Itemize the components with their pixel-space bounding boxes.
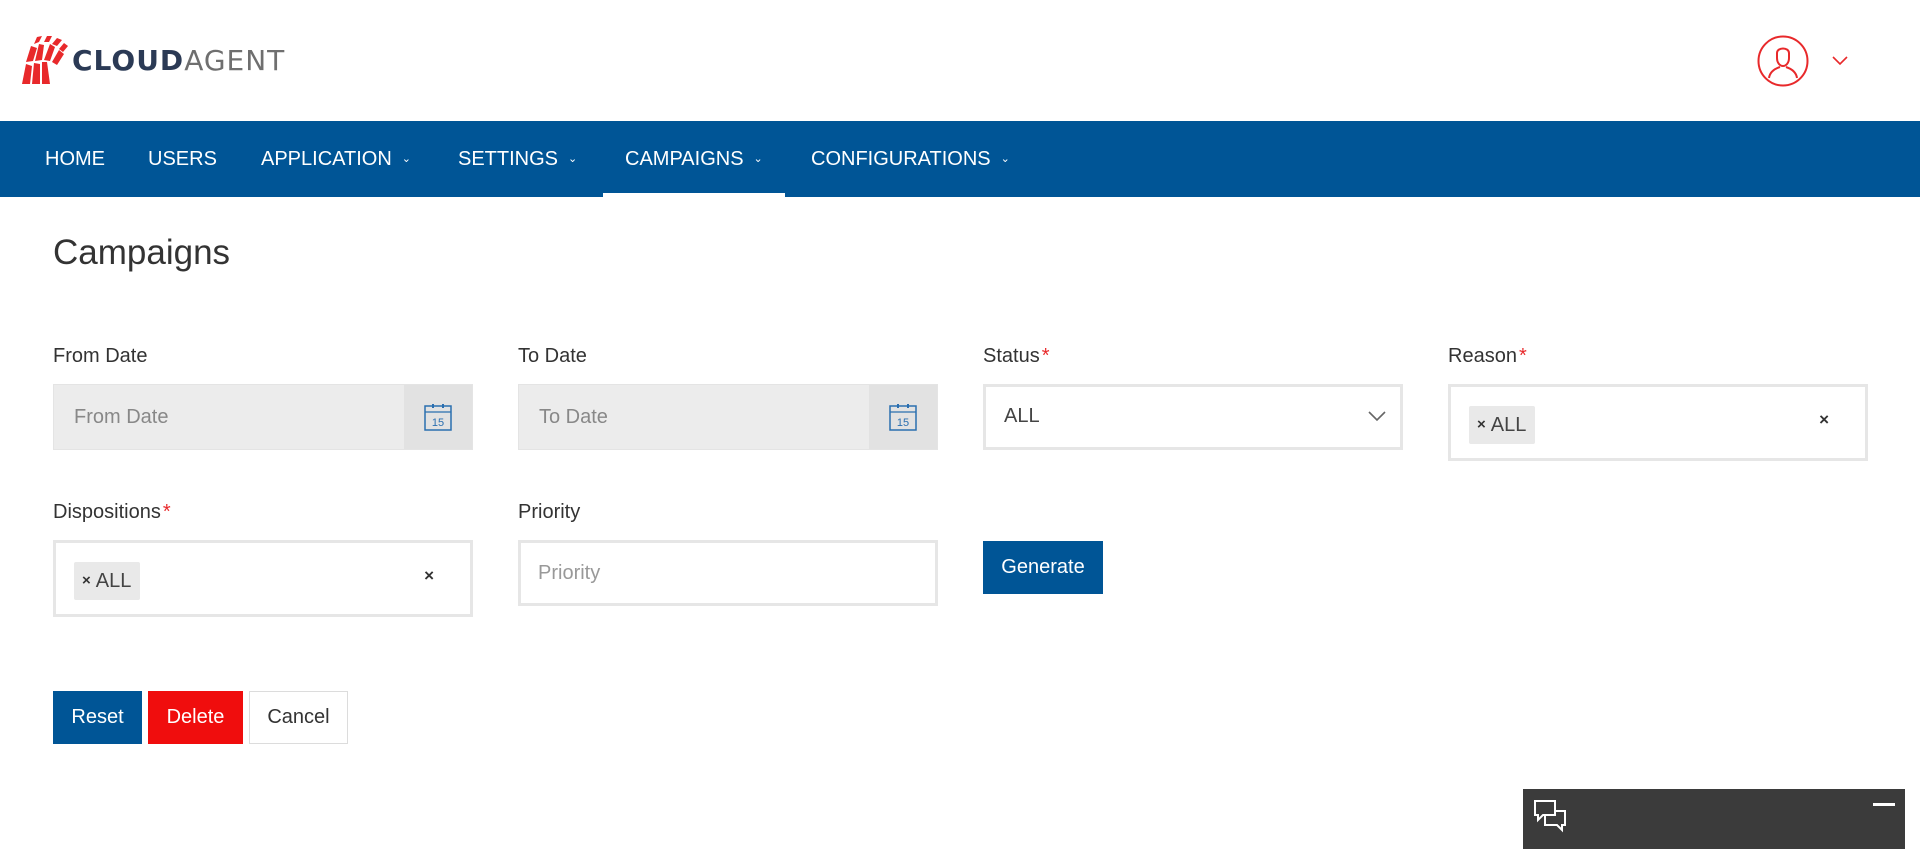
chip-remove-icon[interactable]: × bbox=[1477, 406, 1486, 444]
chat-bubbles-icon[interactable] bbox=[1533, 799, 1567, 835]
to-date-placeholder: To Date bbox=[539, 406, 608, 428]
chevron-down-icon: ⌄ bbox=[401, 153, 411, 165]
status-select[interactable]: ALL bbox=[983, 384, 1403, 450]
calendar-icon-day: 15 bbox=[897, 417, 909, 429]
priority-input[interactable] bbox=[518, 540, 938, 606]
to-date-field[interactable]: To Date 15 bbox=[518, 384, 938, 450]
clear-icon[interactable]: × bbox=[424, 566, 434, 586]
delete-button[interactable]: Delete bbox=[148, 691, 243, 744]
chevron-down-icon: ⌄ bbox=[753, 153, 763, 165]
cancel-button[interactable]: Cancel bbox=[249, 691, 348, 744]
chevron-down-icon bbox=[1368, 411, 1386, 422]
nav-settings[interactable]: SETTINGS ⌄ bbox=[458, 121, 577, 197]
nav-campaigns[interactable]: CAMPAIGNS ⌄ bbox=[603, 121, 785, 197]
chevron-down-icon: ⌄ bbox=[568, 153, 578, 165]
dispositions-label-text: Dispositions bbox=[53, 501, 161, 523]
from-date-field[interactable]: From Date 15 bbox=[53, 384, 473, 450]
calendar-icon-day: 15 bbox=[432, 417, 444, 429]
nav-configurations[interactable]: CONFIGURATIONS ⌄ bbox=[811, 121, 1010, 197]
required-mark: * bbox=[1041, 345, 1050, 367]
chip-remove-icon[interactable]: × bbox=[82, 562, 91, 600]
reason-label-text: Reason bbox=[1448, 345, 1517, 367]
nav-users[interactable]: USERS bbox=[148, 121, 217, 197]
generate-button[interactable]: Generate bbox=[983, 541, 1103, 594]
status-label: Status * bbox=[983, 345, 1050, 368]
nav-application[interactable]: APPLICATION ⌄ bbox=[261, 121, 411, 197]
user-circle-icon[interactable] bbox=[1757, 35, 1809, 87]
chat-widget[interactable] bbox=[1523, 789, 1905, 849]
reset-button[interactable]: Reset bbox=[53, 691, 142, 744]
required-mark: * bbox=[162, 501, 171, 523]
brand-name: CLOUDAGENT bbox=[72, 43, 286, 77]
priority-label: Priority bbox=[518, 501, 581, 523]
nav-home-label: HOME bbox=[45, 148, 105, 170]
calendar-icon: 15 bbox=[889, 404, 917, 431]
calendar-button[interactable]: 15 bbox=[404, 385, 472, 449]
to-date-label: To Date bbox=[518, 345, 587, 367]
clear-icon[interactable]: × bbox=[1819, 410, 1829, 430]
reason-chip[interactable]: × ALL bbox=[1469, 406, 1536, 444]
required-mark: * bbox=[1518, 345, 1527, 367]
logo-mark-icon bbox=[22, 36, 68, 84]
status-select-value: ALL bbox=[1004, 405, 1040, 427]
reason-label: Reason * bbox=[1448, 345, 1527, 368]
status-label-text: Status bbox=[983, 345, 1040, 367]
dispositions-label: Dispositions * bbox=[53, 501, 171, 524]
chevron-down-icon: ⌄ bbox=[1000, 153, 1010, 165]
nav-campaigns-label: CAMPAIGNS bbox=[625, 148, 744, 170]
dispositions-multiselect[interactable]: × ALL × bbox=[53, 540, 473, 617]
dispositions-chip[interactable]: × ALL bbox=[74, 562, 141, 600]
nav-users-label: USERS bbox=[148, 148, 217, 170]
calendar-button[interactable]: 15 bbox=[869, 385, 937, 449]
minimize-icon[interactable] bbox=[1873, 803, 1895, 806]
reason-multiselect[interactable]: × ALL × bbox=[1448, 384, 1868, 461]
nav-settings-label: SETTINGS bbox=[458, 148, 559, 170]
nav-application-label: APPLICATION bbox=[261, 148, 392, 170]
brand-logo[interactable]: CLOUDAGENT bbox=[22, 36, 285, 84]
calendar-icon: 15 bbox=[424, 404, 452, 431]
nav-home[interactable]: HOME bbox=[45, 121, 105, 197]
page-title: Campaigns bbox=[53, 233, 231, 272]
from-date-label: From Date bbox=[53, 345, 148, 367]
from-date-placeholder: From Date bbox=[74, 406, 169, 428]
reason-chip-label: ALL bbox=[1490, 414, 1527, 436]
chevron-down-icon[interactable] bbox=[1832, 54, 1848, 66]
dispositions-chip-label: ALL bbox=[95, 570, 132, 592]
nav-configurations-label: CONFIGURATIONS bbox=[811, 148, 991, 170]
app-header: CLOUDAGENT bbox=[0, 0, 1920, 121]
main-nav: HOME USERS APPLICATION ⌄ SETTINGS ⌄ CAMPAI… bbox=[0, 121, 1920, 197]
